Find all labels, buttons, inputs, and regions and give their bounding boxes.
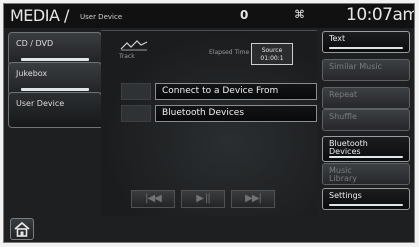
previous-track-button[interactable]: |◀◀: [131, 190, 175, 208]
music-note-icon: [120, 40, 148, 51]
elapsed-time-label: Elapsed Time: [209, 49, 250, 56]
tab-jukebox[interactable]: Jukebox: [8, 62, 102, 96]
button-label: Library: [329, 174, 357, 183]
shuffle-button[interactable]: Shuffle: [322, 109, 410, 131]
row-indicator: [121, 105, 151, 122]
status-bar: MEDIA / User Device 0 ⌘ 10:07am: [4, 4, 414, 28]
tab-label: Jukebox: [16, 69, 48, 78]
play-pause-button[interactable]: ▶ ||: [181, 190, 225, 208]
channel-indicator: 0: [240, 8, 249, 22]
home-button[interactable]: [10, 218, 34, 240]
music-library-button[interactable]: Music Library: [322, 163, 410, 185]
clock: 10:07am: [346, 5, 415, 25]
button-label: Similar Music: [329, 62, 383, 71]
elapsed-time-value: Source 01:00:1: [251, 43, 293, 65]
button-indicator: [329, 204, 403, 206]
repeat-button[interactable]: Repeat: [322, 87, 410, 109]
tab-user-device[interactable]: User Device: [8, 92, 102, 128]
main-panel: Track Elapsed Time Source 01:00:1 Connec…: [101, 30, 317, 216]
button-label: Devices: [329, 147, 361, 156]
home-icon: [14, 221, 30, 237]
tab-label: User Device: [16, 99, 65, 108]
tab-label: CD / DVD: [16, 39, 54, 48]
transport-controls: |◀◀ ▶ || ▶▶|: [131, 190, 279, 208]
button-indicator: [329, 156, 403, 158]
antenna-icon: ⌘: [294, 8, 305, 21]
button-label: Shuffle: [329, 112, 357, 121]
button-indicator: [329, 47, 403, 49]
tab-indicator: [21, 58, 89, 61]
similar-music-button[interactable]: Similar Music: [322, 59, 410, 81]
button-label: Settings: [329, 191, 362, 200]
track-label: Track: [119, 53, 135, 60]
page-subtitle: User Device: [80, 13, 123, 21]
display-screen: MEDIA / User Device 0 ⌘ 10:07am CD / DVD…: [3, 3, 415, 243]
page-title: MEDIA /: [10, 6, 69, 25]
connect-device-row[interactable]: Connect to a Device From: [155, 83, 317, 100]
settings-button[interactable]: Settings: [322, 188, 410, 210]
screen-frame: MEDIA / User Device 0 ⌘ 10:07am CD / DVD…: [0, 0, 419, 247]
button-label: Repeat: [329, 90, 358, 99]
tab-indicator: [21, 88, 89, 91]
row-indicator: [121, 83, 151, 100]
tab-cd-dvd[interactable]: CD / DVD: [8, 32, 102, 66]
button-label: Text: [329, 34, 346, 43]
bluetooth-devices-row[interactable]: Bluetooth Devices: [155, 105, 317, 122]
next-track-button[interactable]: ▶▶|: [231, 190, 275, 208]
text-button[interactable]: Text: [322, 31, 410, 53]
bluetooth-devices-button[interactable]: Bluetooth Devices: [322, 136, 410, 162]
